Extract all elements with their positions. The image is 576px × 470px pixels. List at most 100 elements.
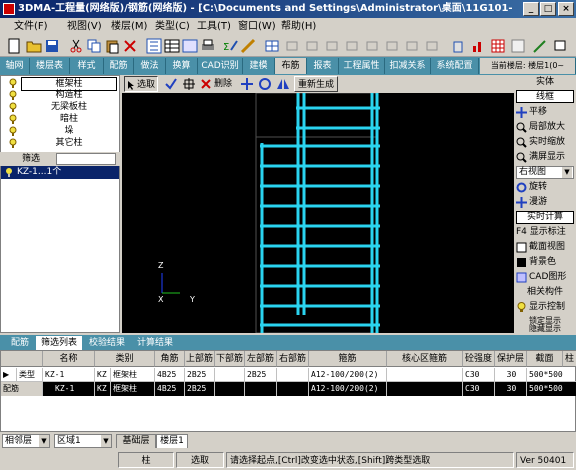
cell-core[interactable] bbox=[387, 382, 463, 396]
menu-tools[interactable]: 工具(T) bbox=[197, 20, 231, 33]
tab-modeling[interactable]: 建模 bbox=[243, 58, 275, 74]
cell-corner[interactable]: 4B25 bbox=[155, 382, 185, 396]
cell-concrete[interactable]: C30 bbox=[463, 368, 495, 382]
pan-icon[interactable] bbox=[240, 77, 254, 91]
cell-bottom[interactable] bbox=[215, 368, 245, 382]
hide-display-button[interactable]: 隐藏显示 bbox=[516, 324, 574, 333]
cell-cover[interactable]: 30 bbox=[495, 382, 527, 396]
cell-section[interactable]: 500*500 bbox=[527, 382, 576, 396]
cell-left[interactable] bbox=[245, 382, 277, 396]
layout-icon[interactable] bbox=[264, 38, 280, 54]
menu-floor[interactable]: 楼层(M) bbox=[111, 20, 147, 33]
tab-filter-list[interactable]: 筛选列表 bbox=[36, 336, 82, 350]
column-header-right[interactable]: 右部筋 bbox=[277, 351, 309, 367]
tab-rebar[interactable]: 配筋 bbox=[6, 336, 34, 350]
list-item-other-column[interactable]: 其它柱 bbox=[7, 137, 119, 149]
column-header-corner[interactable]: 角筋 bbox=[155, 351, 185, 367]
table-row[interactable]: ▶ 类型 KZ-1 KZ 框架柱 4B25 2B25 2B25 A12-100/… bbox=[1, 368, 576, 382]
column-header-concrete[interactable]: 砼强度 bbox=[463, 351, 495, 367]
column-header-cover[interactable]: 保护层 bbox=[495, 351, 527, 367]
filter-input[interactable] bbox=[56, 153, 116, 165]
blank-tool-8-icon[interactable] bbox=[424, 38, 440, 54]
rotate-icon[interactable] bbox=[258, 77, 272, 91]
column-header-category[interactable]: 类别 bbox=[95, 351, 155, 367]
chart-icon[interactable] bbox=[470, 38, 486, 54]
realtime-calc-button[interactable]: 实时计算 bbox=[516, 211, 574, 224]
cell-name[interactable]: KZ-1 bbox=[43, 382, 95, 396]
cad-graphics-button[interactable]: CAD图形 bbox=[516, 271, 574, 284]
column-header-name[interactable]: 名称 bbox=[43, 351, 95, 367]
tab-convert[interactable]: 换算 bbox=[166, 58, 198, 74]
delete-button[interactable]: 删除 bbox=[200, 76, 232, 92]
cell-corner[interactable]: 4B25 bbox=[155, 368, 185, 382]
wireframe-toggle[interactable]: 线框 bbox=[516, 90, 574, 103]
cell-right[interactable] bbox=[277, 382, 309, 396]
tab-report[interactable]: 报表 bbox=[307, 58, 339, 74]
close-button[interactable]: × bbox=[558, 2, 574, 16]
regenerate-button[interactable]: 重新生成 bbox=[294, 76, 339, 92]
menu-window[interactable]: 窗口(W) bbox=[238, 20, 276, 33]
display-control-button[interactable]: 显示控制 bbox=[516, 301, 574, 314]
save-icon[interactable] bbox=[44, 38, 60, 54]
rotate-button[interactable]: 旋转 bbox=[516, 181, 574, 194]
blank-tool-2-icon[interactable] bbox=[304, 38, 320, 54]
view-direction-select[interactable]: 右视图 ▼ bbox=[516, 166, 574, 179]
column-header-left[interactable]: 左部筋 bbox=[245, 351, 277, 367]
column-header-section[interactable]: 截面 bbox=[527, 351, 563, 367]
cell-left[interactable]: 2B25 bbox=[245, 368, 277, 382]
edit-icon[interactable] bbox=[532, 38, 548, 54]
sheet-icon[interactable] bbox=[510, 38, 526, 54]
floor-tab-foundation[interactable]: 基础层 bbox=[116, 434, 156, 448]
grid-icon[interactable] bbox=[182, 38, 198, 54]
ruler-icon[interactable] bbox=[240, 38, 256, 54]
column-header-extra[interactable]: 柱 bbox=[563, 351, 576, 367]
cell-concrete[interactable]: C30 bbox=[463, 382, 495, 396]
menu-file[interactable]: 文件(F) bbox=[14, 20, 48, 33]
cell-name[interactable]: KZ-1 bbox=[43, 368, 95, 382]
confirm-icon[interactable] bbox=[164, 77, 178, 91]
cell-core[interactable] bbox=[387, 368, 463, 382]
paste-icon[interactable] bbox=[104, 38, 120, 54]
select-mode-icon[interactable] bbox=[146, 38, 162, 54]
tab-system-config[interactable]: 系统配置 bbox=[431, 58, 479, 74]
blank-tool-3-icon[interactable] bbox=[324, 38, 340, 54]
minimize-button[interactable]: _ bbox=[523, 2, 539, 16]
list-item-hidden-column[interactable]: 暗柱 bbox=[7, 113, 119, 125]
move-icon[interactable] bbox=[182, 77, 196, 91]
column-header-core-stirrup[interactable]: 核心区箍筋 bbox=[387, 351, 463, 367]
show-annotation-button[interactable]: F4 显示标注 bbox=[516, 226, 574, 239]
cut-icon[interactable] bbox=[68, 38, 84, 54]
blank-tool-6-icon[interactable] bbox=[384, 38, 400, 54]
pan-button[interactable]: 平移 bbox=[516, 106, 574, 119]
menu-view[interactable]: 视图(V) bbox=[67, 20, 102, 33]
adjacent-floor-select[interactable]: 相邻层 ▼ bbox=[2, 434, 50, 448]
cell-top[interactable]: 2B25 bbox=[185, 368, 215, 382]
zoom-extents-button[interactable]: 满屏显示 bbox=[516, 151, 574, 164]
flag-icon[interactable] bbox=[552, 38, 568, 54]
menu-help[interactable]: 帮助(H) bbox=[281, 20, 316, 33]
cell-type[interactable]: KZ bbox=[95, 382, 111, 396]
open-icon[interactable] bbox=[26, 38, 42, 54]
column-header-top[interactable]: 上部筋 bbox=[185, 351, 215, 367]
column-header-stirrup[interactable]: 箍筋 bbox=[309, 351, 387, 367]
menu-type[interactable]: 类型(C) bbox=[155, 20, 190, 33]
tab-style[interactable]: 样式 bbox=[70, 58, 104, 74]
tab-deduction[interactable]: 扣减关系 bbox=[385, 58, 431, 74]
section-view-button[interactable]: 截面视图 bbox=[516, 241, 574, 254]
tab-project-props[interactable]: 工程属性 bbox=[339, 58, 385, 74]
blank-tool-4-icon[interactable] bbox=[344, 38, 360, 54]
cell-bottom[interactable] bbox=[215, 382, 245, 396]
column-header-bottom[interactable]: 下部筋 bbox=[215, 351, 245, 367]
maximize-button[interactable]: □ bbox=[540, 2, 556, 16]
cell-stirrup[interactable]: A12-100/200(2) bbox=[309, 368, 387, 382]
blank-tool-1-icon[interactable] bbox=[284, 38, 300, 54]
tab-floor-table[interactable]: 楼层表 bbox=[30, 58, 70, 74]
delete-icon[interactable] bbox=[122, 38, 138, 54]
cell-section[interactable]: 500*500 bbox=[527, 368, 576, 382]
floor-tab-floor1[interactable]: 楼层1 bbox=[156, 434, 188, 448]
cell-right[interactable] bbox=[277, 368, 309, 382]
trash-icon[interactable] bbox=[450, 38, 466, 54]
list-item-frame-column[interactable]: 框架柱 bbox=[7, 77, 119, 91]
zoom-window-button[interactable]: 局部放大 bbox=[516, 121, 574, 134]
walk-button[interactable]: 漫游 bbox=[516, 196, 574, 209]
